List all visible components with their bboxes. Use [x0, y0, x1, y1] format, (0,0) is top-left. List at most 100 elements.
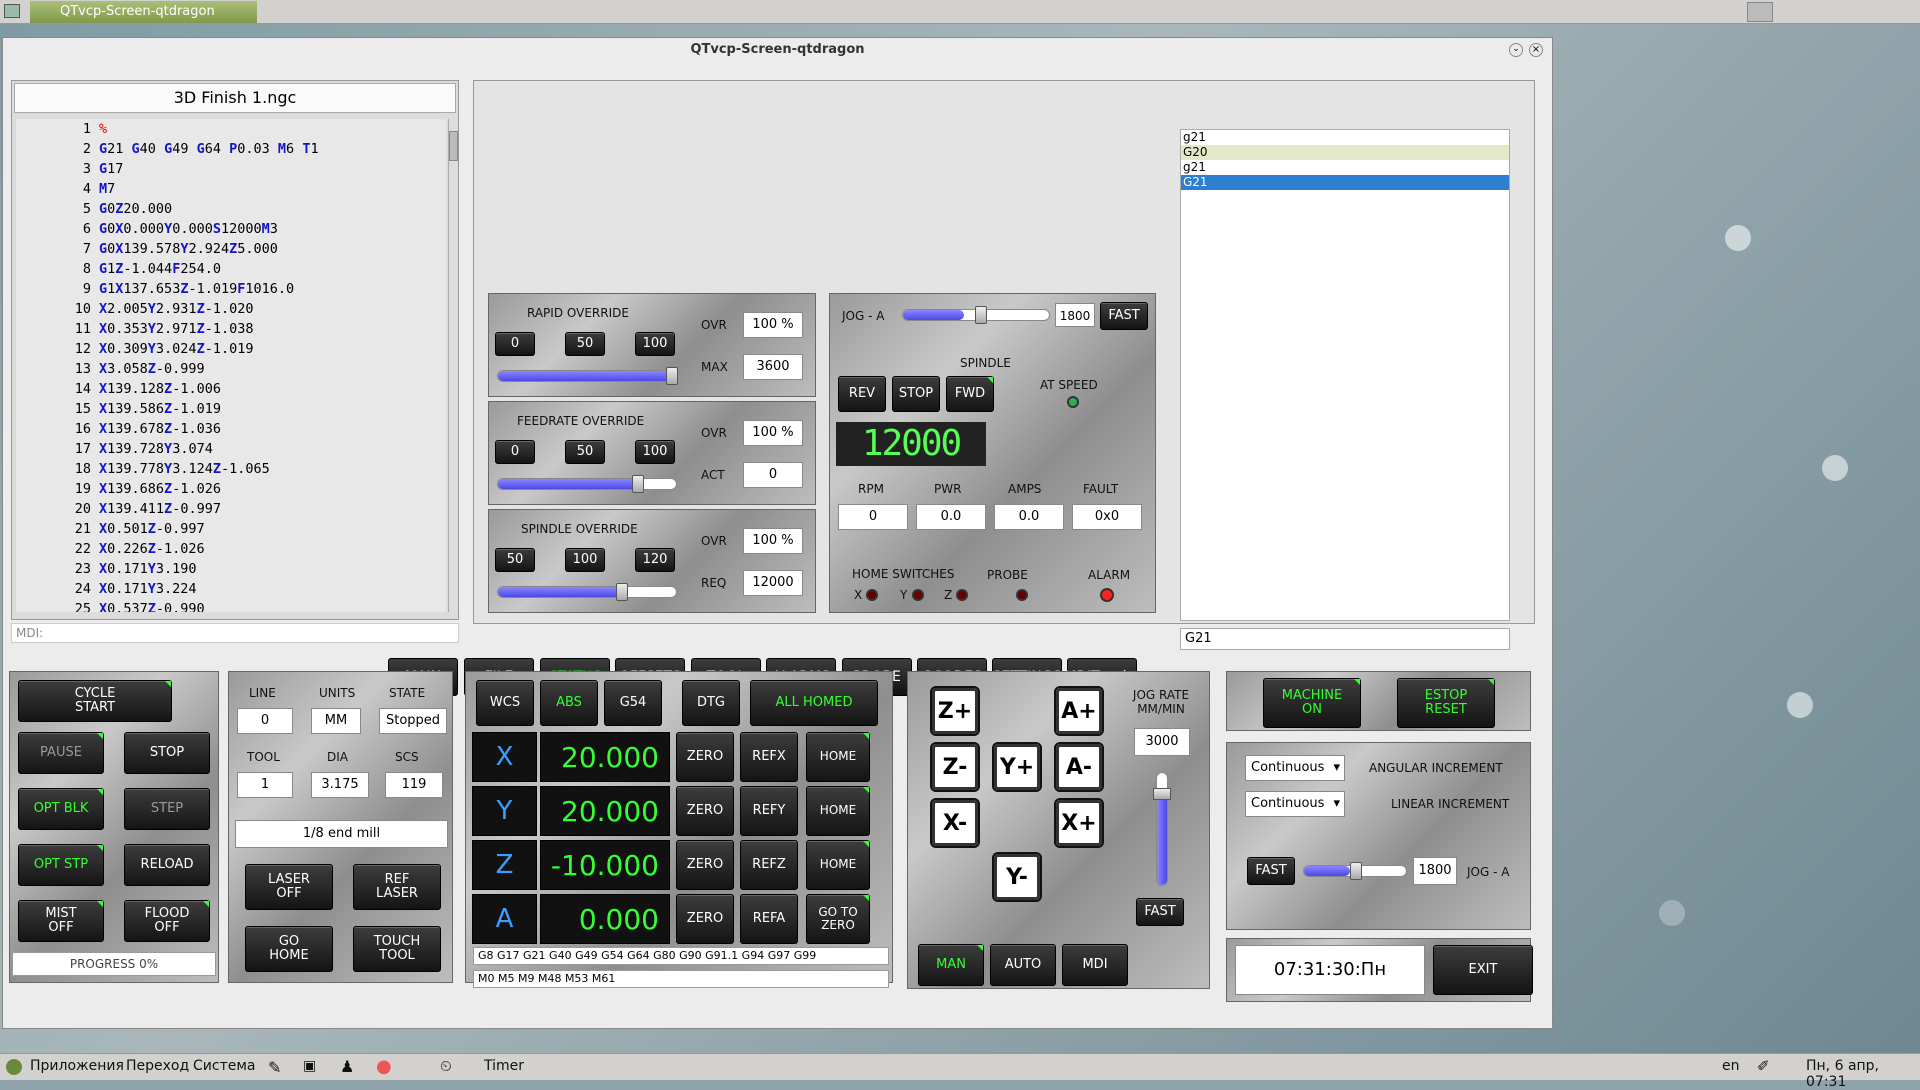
gcode-line[interactable]: 2 G21 G40 G49 G64 P0.03 M6 T1 — [16, 139, 319, 159]
feed-override-btn-0[interactable]: 0 — [495, 440, 535, 464]
gcode-line[interactable]: 11 X0.353Y2.971Z-1.038 — [16, 319, 254, 339]
jog-z-minus-button[interactable]: Z- — [930, 742, 980, 792]
man-mode-button[interactable]: MAN — [918, 944, 984, 986]
gcode-line[interactable]: 16 X139.678Z-1.036 — [16, 419, 221, 439]
jog-x-plus-button[interactable]: X+ — [1054, 798, 1104, 848]
gcode-line[interactable]: 20 X139.411Z-0.997 — [16, 499, 221, 519]
gcode-line[interactable]: 18 X139.778Y3.124Z-1.065 — [16, 459, 270, 479]
rapid-override-slider[interactable] — [497, 367, 678, 385]
abs-button[interactable]: ABS — [540, 680, 598, 726]
keyboard-layout[interactable]: en — [1722, 1058, 1740, 1074]
terminal-icon[interactable]: ▣ — [303, 1058, 316, 1074]
axis-a-ref-button[interactable]: REFA — [740, 894, 798, 944]
machine-jog-fast-button[interactable]: FAST — [1247, 857, 1295, 885]
feed-override-btn-2[interactable]: 100 — [635, 440, 675, 464]
wcs-button[interactable]: WCS — [476, 680, 534, 726]
stop-button[interactable]: STOP — [124, 732, 210, 774]
dtg-button[interactable]: DTG — [682, 680, 740, 726]
gcode-line[interactable]: 19 X139.686Z-1.026 — [16, 479, 221, 499]
taskbar-window-button[interactable]: QTvcp-Screen-qtdragon — [30, 1, 257, 23]
window-list-icon[interactable] — [4, 4, 20, 18]
jog-rate-value[interactable]: 3000 — [1134, 728, 1190, 756]
axis-z-home-button[interactable]: HOME — [806, 840, 870, 890]
machine-jog-slider[interactable] — [1303, 862, 1407, 880]
gcode-line[interactable]: 21 X0.501Z-0.997 — [16, 519, 205, 539]
axis-y-label[interactable]: Y — [472, 786, 537, 836]
mdi-history-item[interactable]: g21 — [1181, 130, 1509, 145]
machine-on-button[interactable]: MACHINE ON — [1263, 678, 1361, 728]
gcode-line[interactable]: 15 X139.586Z-1.019 — [16, 399, 221, 419]
pause-button[interactable]: PAUSE — [18, 732, 104, 774]
jog-y-minus-button[interactable]: Y- — [992, 852, 1042, 902]
jog-rate-slider[interactable] — [1153, 772, 1171, 886]
close-icon[interactable]: × — [1529, 43, 1543, 57]
gcode-line[interactable]: 25 X0.537Z-0.990 — [16, 599, 205, 612]
gcode-line[interactable]: 13 X3.058Z-0.999 — [16, 359, 205, 379]
feed-override-btn-1[interactable]: 50 — [565, 440, 605, 464]
gcode-line[interactable]: 3 G17 — [16, 159, 124, 179]
gcode-line[interactable]: 24 X0.171Y3.224 — [16, 579, 197, 599]
spindle-override-btn-0[interactable]: 50 — [495, 548, 535, 572]
axis-z-label[interactable]: Z — [472, 840, 537, 890]
gcode-line[interactable]: 8 G1Z-1.044F254.0 — [16, 259, 221, 279]
touch-tool-button[interactable]: TOUCH TOOL — [353, 926, 441, 972]
ref-laser-button[interactable]: REF LASER — [353, 864, 441, 910]
gcode-line[interactable]: 10 X2.005Y2.931Z-1.020 — [16, 299, 254, 319]
gcode-line[interactable]: 17 X139.728Y3.074 — [16, 439, 213, 459]
axis-x-home-button[interactable]: HOME — [806, 732, 870, 782]
minimize-icon[interactable]: ⌄ — [1509, 43, 1523, 57]
axis-x-ref-button[interactable]: REFX — [740, 732, 798, 782]
mist-button[interactable]: MIST OFF — [18, 900, 104, 942]
jog-a-plus-button[interactable]: A+ — [1054, 686, 1104, 736]
axis-x-zero-button[interactable]: ZERO — [676, 732, 734, 782]
gcode-line[interactable]: 1% — [16, 119, 107, 139]
linear-increment-select[interactable]: Continuous ▾ — [1245, 791, 1345, 817]
auto-mode-button[interactable]: AUTO — [990, 944, 1056, 986]
jog-rate-fast-button[interactable]: FAST — [1136, 898, 1184, 926]
mdi-line[interactable]: MDI: — [11, 623, 459, 643]
mdi-history-item[interactable]: G21 — [1181, 175, 1509, 190]
opt-blk-button[interactable]: OPT BLK — [18, 788, 104, 830]
timer-icon[interactable]: ⏲ — [440, 1057, 452, 1075]
machine-jog-value[interactable]: 1800 — [1413, 857, 1457, 885]
spindle-rev-button[interactable]: REV — [838, 376, 886, 412]
workspace-icon[interactable] — [1747, 2, 1773, 22]
mdi-history-item[interactable]: g21 — [1181, 160, 1509, 175]
go-home-button[interactable]: GO HOME — [245, 926, 333, 972]
rapid-override-btn-2[interactable]: 100 — [635, 332, 675, 356]
jog-y-plus-button[interactable]: Y+ — [992, 742, 1042, 792]
spindle-override-btn-1[interactable]: 100 — [565, 548, 605, 572]
linux-icon[interactable]: ♟ — [340, 1057, 354, 1076]
gcode-line[interactable]: 5 G0Z20.000 — [16, 199, 172, 219]
jog-a-value[interactable]: 1800 — [1055, 303, 1095, 327]
mdi-history-item[interactable]: G20 — [1181, 145, 1509, 160]
opt-stp-button[interactable]: OPT STP — [18, 844, 104, 886]
gcode-editor[interactable]: 1% 2 G21 G40 G49 G64 P0.03 M6 T1 3 G17 4 M7 5 G0… — [16, 119, 446, 612]
apps-menu-icon[interactable] — [6, 1059, 22, 1075]
mdi-mode-button[interactable]: MDI — [1062, 944, 1128, 986]
all-homed-button[interactable]: ALL HOMED — [750, 680, 878, 726]
reload-button[interactable]: RELOAD — [124, 844, 210, 886]
jog-fast-button[interactable]: FAST — [1100, 302, 1148, 330]
firefox-icon[interactable]: ● — [376, 1056, 392, 1077]
axis-z-zero-button[interactable]: ZERO — [676, 840, 734, 890]
mdi-history-list[interactable]: g21 G20 g21 G21 — [1180, 129, 1510, 621]
spindle-override-slider[interactable] — [497, 583, 677, 601]
jog-z-plus-button[interactable]: Z+ — [930, 686, 980, 736]
axis-a-zero-button[interactable]: ZERO — [676, 894, 734, 944]
gcode-scrollbar[interactable] — [448, 119, 458, 612]
apps-menu[interactable]: Приложения — [30, 1058, 124, 1074]
gcode-line[interactable]: 9 G1X137.653Z-1.019F1016.0 — [16, 279, 294, 299]
g54-button[interactable]: G54 — [604, 680, 662, 726]
timer-label[interactable]: Timer — [484, 1058, 524, 1074]
exit-button[interactable]: EXIT — [1433, 945, 1533, 995]
gcode-line[interactable]: 22 X0.226Z-1.026 — [16, 539, 205, 559]
axis-y-zero-button[interactable]: ZERO — [676, 786, 734, 836]
gcode-line[interactable]: 7 G0X139.578Y2.924Z5.000 — [16, 239, 278, 259]
axis-y-ref-button[interactable]: REFY — [740, 786, 798, 836]
axis-a-home-button[interactable]: GO TO ZERO — [806, 894, 870, 944]
tool-tray-icon[interactable]: ✐ — [1757, 1057, 1770, 1075]
rapid-override-btn-1[interactable]: 50 — [565, 332, 605, 356]
estop-reset-button[interactable]: ESTOP RESET — [1397, 678, 1495, 728]
nav-menu[interactable]: Переход — [126, 1058, 189, 1074]
